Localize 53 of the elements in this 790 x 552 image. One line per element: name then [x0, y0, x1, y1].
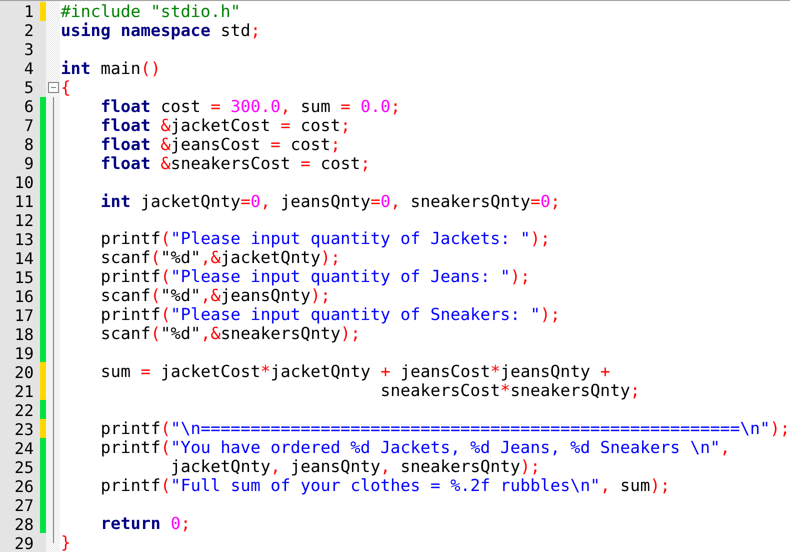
code-line: scanf("%d",&jeansQnty); — [100, 286, 330, 306]
code-line: float &sneakersCost = cost; — [100, 154, 370, 173]
line-number: 5 — [24, 78, 34, 97]
code-line: printf("\n======================================================\n"); — [100, 419, 790, 438]
line-number: 2 — [24, 21, 34, 40]
line-number: 9 — [24, 154, 34, 173]
line-number: 7 — [24, 116, 34, 135]
line-number: 23 — [14, 420, 34, 439]
code-line: using namespace std; — [60, 21, 261, 40]
code-line: int main() — [60, 58, 161, 78]
code-line: sum = jacketCost*jacketQnty + jeansCost*jeansQnty + — [100, 362, 610, 382]
code-line: printf("Please input quantity of Jackets: "); — [100, 229, 550, 248]
line-number: 4 — [24, 59, 34, 78]
line-number: 3 — [24, 40, 34, 59]
code-line: jacketQnty, jeansQnty, sneakersQnty); — [170, 457, 540, 476]
code-line: return 0; — [100, 514, 191, 533]
code-line: float &jeansCost = cost; — [100, 134, 340, 154]
line-number: 29 — [14, 534, 34, 552]
line-number: 12 — [14, 211, 34, 230]
line-number: 28 — [14, 515, 34, 534]
line-number: 6 — [24, 97, 34, 116]
line-number: 19 — [14, 344, 34, 363]
line-number: 8 — [24, 135, 34, 154]
line-number: 18 — [14, 325, 34, 344]
code-line: scanf("%d",&sneakersQnty); — [100, 324, 360, 344]
code-line: sneakersCost*sneakersQnty; — [379, 381, 640, 400]
line-number: 15 — [14, 268, 34, 287]
line-number: 10 — [14, 173, 34, 192]
line-number: 27 — [14, 496, 34, 515]
line-number: 26 — [14, 477, 34, 496]
line-number: 25 — [14, 458, 34, 477]
code-line: printf("Full sum of your clothes = %.2f rubbles\n", sum); — [100, 476, 670, 496]
code-line: printf("You have ordered %d Jackets, %d Jeans, %d Sneakers \n", — [100, 438, 730, 458]
line-number: 20 — [14, 363, 34, 382]
line-number: 14 — [14, 249, 34, 268]
fold-toggle-icon[interactable] — [48, 82, 59, 93]
line-number: 21 — [14, 382, 34, 401]
code-line: { — [60, 78, 71, 97]
line-number: 13 — [14, 230, 34, 249]
code-line: printf("Please input quantity of Sneakers: "); — [100, 305, 560, 324]
line-number: 24 — [14, 439, 34, 458]
line-number: 22 — [14, 401, 34, 420]
code-line: float &jacketCost = cost; — [100, 116, 350, 135]
code-line: scanf("%d",&jacketQnty); — [100, 248, 340, 268]
line-number: 17 — [14, 306, 34, 325]
line-number: 11 — [14, 192, 34, 211]
code-line: float cost = 300.0, sum = 0.0; — [100, 96, 400, 116]
code-line: printf("Please input quantity of Jeans: "); — [100, 267, 530, 286]
code-line: #include "stdio.h" — [60, 2, 241, 21]
code-line: int jacketQnty=0, jeansQnty=0, sneakersQnty=0; — [100, 192, 560, 211]
line-number: 16 — [14, 287, 34, 306]
code-line: } — [60, 532, 71, 552]
line-number: 1 — [24, 2, 34, 21]
